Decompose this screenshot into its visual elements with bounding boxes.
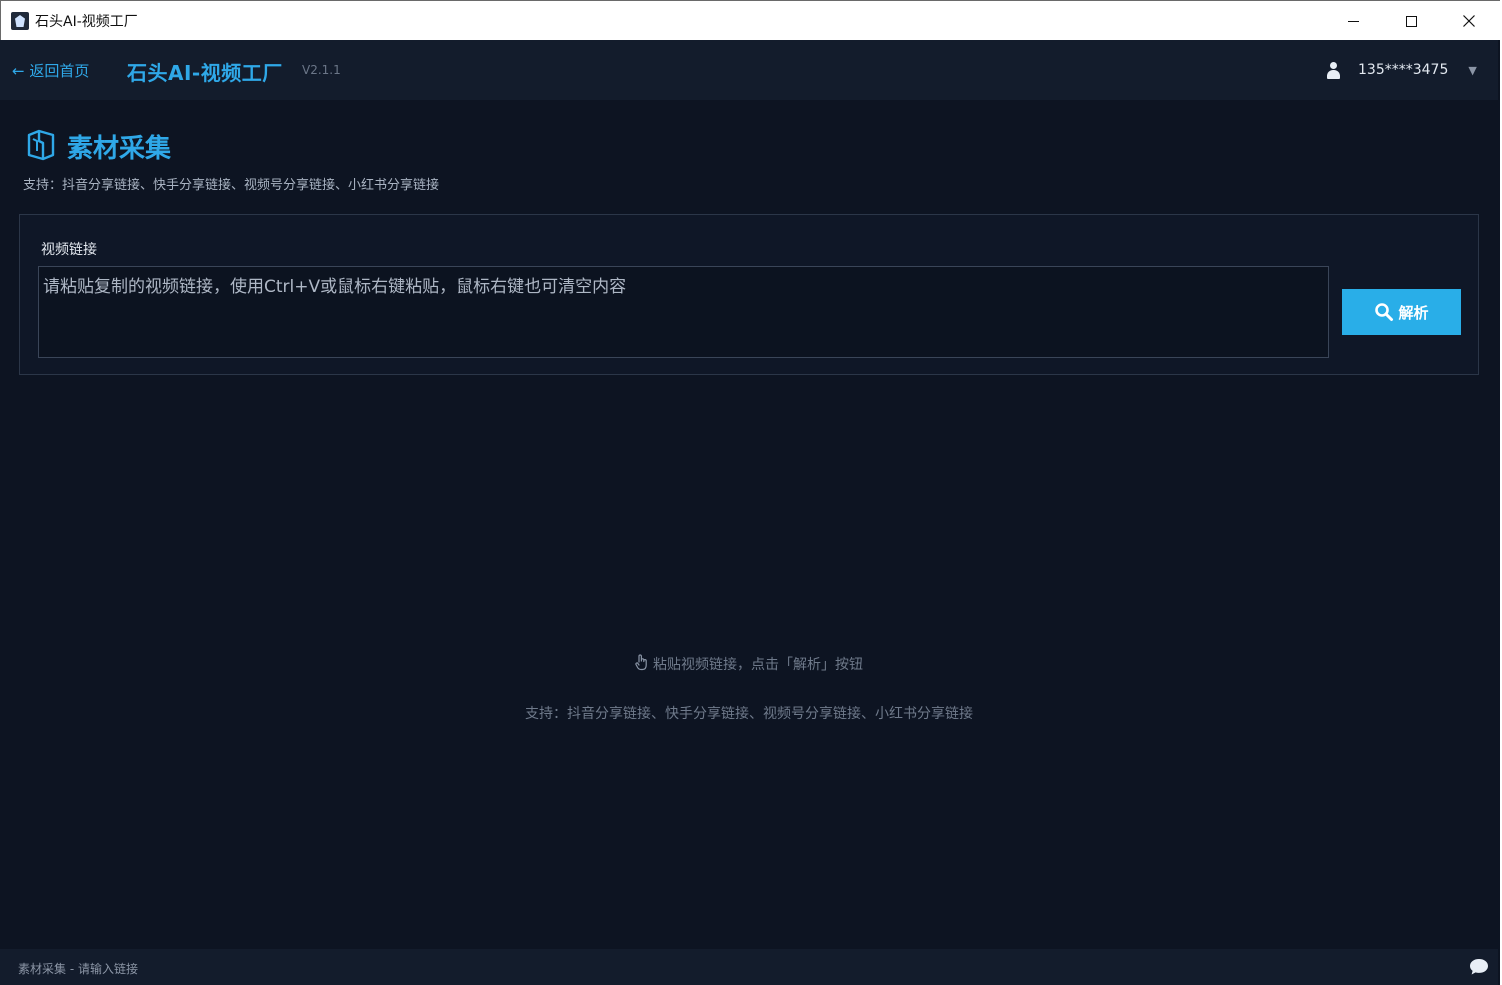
close-button[interactable] bbox=[1440, 1, 1498, 41]
user-icon bbox=[1326, 61, 1340, 79]
maximize-button[interactable] bbox=[1382, 1, 1440, 41]
back-home-link[interactable]: ← 返回首页 bbox=[12, 60, 89, 81]
page-title: 素材采集 bbox=[67, 134, 172, 164]
user-phone: 135****3475 bbox=[1358, 62, 1449, 78]
pointer-hand-icon bbox=[635, 654, 647, 671]
page-subtitle: 支持：抖音分享链接、快手分享链接、视频号分享链接、小红书分享链接 bbox=[23, 178, 440, 193]
video-link-input[interactable] bbox=[38, 266, 1329, 358]
empty-state-hint-text: 粘贴视频链接，点击「解析」按钮 bbox=[653, 657, 863, 673]
version-label: V2.1.1 bbox=[302, 63, 341, 77]
search-icon bbox=[1375, 303, 1394, 321]
minimize-button[interactable] bbox=[1324, 1, 1382, 41]
video-link-label: 视频链接 bbox=[41, 242, 97, 258]
app-header: ← 返回首页 石头AI-视频工厂 V2.1.1 135****3475 ▼ bbox=[0, 40, 1498, 100]
material-box-icon bbox=[27, 129, 55, 161]
window-title: 石头AI-视频工厂 bbox=[35, 14, 138, 30]
parse-button-label: 解析 bbox=[1398, 304, 1429, 322]
maximize-icon bbox=[1405, 15, 1417, 27]
window-titlebar: 石头AI-视频工厂 bbox=[0, 0, 1500, 40]
user-menu[interactable]: 135****3475 ▼ bbox=[1326, 58, 1477, 82]
chat-bubble-icon[interactable] bbox=[1468, 957, 1490, 977]
app-logo-icon bbox=[11, 12, 29, 30]
empty-state-hint: 粘贴视频链接，点击「解析」按钮 bbox=[0, 654, 1498, 674]
minimize-icon bbox=[1347, 20, 1359, 22]
parse-button[interactable]: 解析 bbox=[1342, 289, 1461, 335]
status-text: 素材采集 - 请输入链接 bbox=[18, 962, 138, 976]
empty-state-support: 支持：抖音分享链接、快手分享链接、视频号分享链接、小红书分享链接 bbox=[525, 706, 973, 722]
app-name: 石头AI-视频工厂 bbox=[127, 61, 283, 85]
link-input-panel: 视频链接 解析 bbox=[19, 214, 1479, 375]
close-icon bbox=[1463, 15, 1475, 27]
status-bar: 素材采集 - 请输入链接 bbox=[0, 949, 1498, 985]
chevron-down-icon[interactable]: ▼ bbox=[1468, 64, 1476, 77]
